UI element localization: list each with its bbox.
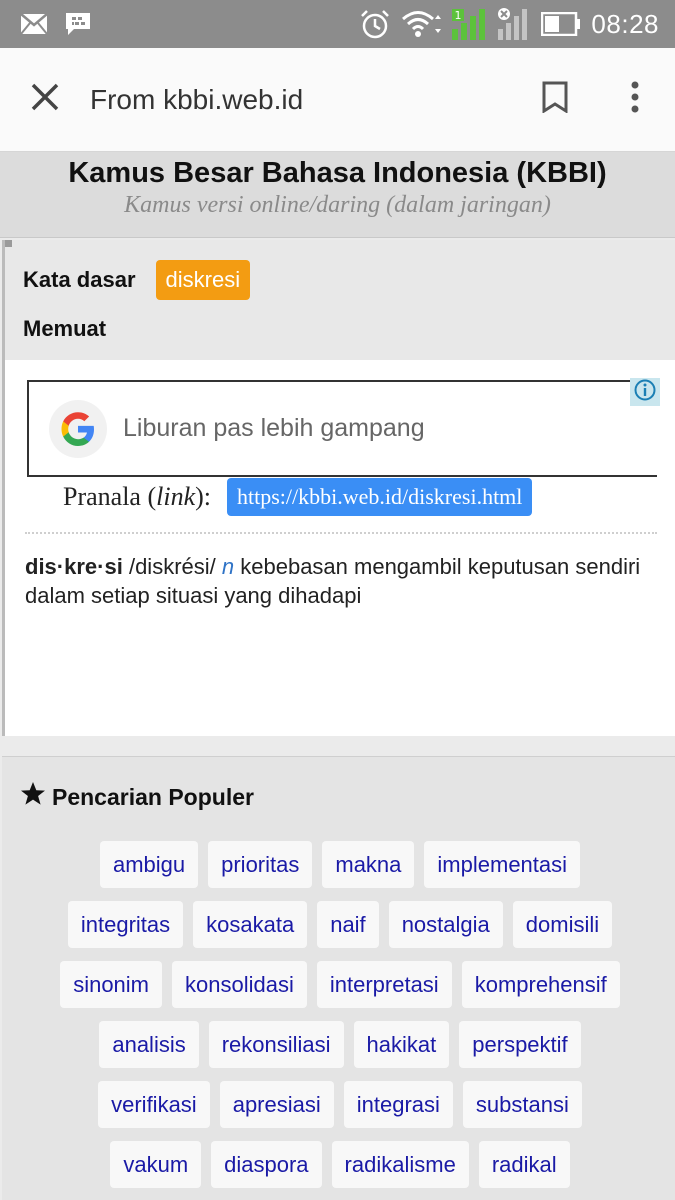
popular-tag[interactable]: substansi [462,1081,582,1128]
star-icon [20,781,46,813]
close-button[interactable] [0,48,90,152]
popular-tag[interactable]: domisili [512,901,613,948]
close-icon [31,83,59,116]
tag-row: vakum diaspora radikalisme radikal [20,1141,660,1188]
corner-marker [5,240,12,247]
tag-row: analisis rekonsiliasi hakikat perspektif [20,1021,660,1068]
popular-tag[interactable]: naif [317,901,379,948]
site-header: Kamus Besar Bahasa Indonesia (KBBI) Kamu… [0,152,675,238]
tag-row: verifikasi apresiasi integrasi substansi [20,1081,660,1128]
ad-text: Liburan pas lebih gampang [123,414,425,442]
popular-tag[interactable]: implementasi [424,841,581,888]
popular-tag[interactable]: analisis [99,1021,199,1068]
kata-dasar-row: Kata dasar diskresi [23,260,251,300]
status-bar: 1 08:28 [0,0,675,48]
page-origin-title: From kbbi.web.id [90,83,304,115]
ad-info-button[interactable] [630,378,660,406]
signal-icon: 1 [451,7,487,41]
site-title[interactable]: Kamus Besar Bahasa Indonesia (KBBI) [0,155,675,191]
popular-tag[interactable]: vakum [110,1141,202,1188]
popular-tag[interactable]: nostalgia [388,901,503,948]
overflow-menu-icon [630,81,640,118]
popular-tag[interactable]: integrasi [343,1081,453,1128]
popular-tag[interactable]: hakikat [353,1021,450,1068]
popular-tags: ambigu prioritas makna implementasi integrit… [20,841,660,1200]
battery-icon [541,12,581,36]
dotted-divider [25,532,657,534]
popular-tag[interactable]: radikal [478,1141,570,1188]
info-icon [634,379,656,406]
tag-row: ambigu prioritas makna implementasi [20,841,660,888]
popular-tag[interactable]: konsolidasi [172,961,307,1008]
pronunciation: /diskrési/ [128,554,216,579]
memuat-label: Memuat [23,316,107,341]
popular-tag[interactable]: integritas [67,901,184,948]
mail-icon [20,13,48,35]
popular-tag[interactable]: ambigu [99,841,199,888]
pranala-url[interactable]: https://kbbi.web.id/diskresi.html [227,478,533,516]
popular-tag[interactable]: rekonsiliasi [208,1021,344,1068]
wifi-icon [401,9,442,39]
bbm-icon [64,11,92,37]
kata-dasar-badge[interactable]: diskresi [155,260,251,300]
popular-tag[interactable]: komprehensif [461,961,620,1008]
part-of-speech[interactable]: n [222,554,234,579]
tag-row: sinonim konsolidasi interpretasi komprehens… [20,961,660,1008]
popular-tag[interactable]: makna [322,841,415,888]
clock: 08:28 [591,8,659,39]
popular-tag[interactable]: diaspora [211,1141,322,1188]
popular-tag[interactable]: perspektif [459,1021,581,1068]
overflow-menu-button[interactable] [595,48,675,152]
entry-panel-body: Liburan pas lebih gampang Pranala (link)… [2,360,675,736]
popular-tag[interactable]: kosakata [193,901,308,948]
popular-searches-title: Pencarian Populer [52,783,254,810]
bookmark-icon [542,81,568,118]
tag-row: integritas kosakata naif nostalgia domisili [20,901,660,948]
popular-tag[interactable]: verifikasi [98,1081,210,1128]
definition-text: dis·kre·si /diskrési/ n kebebasan mengam… [25,552,665,610]
popular-tag[interactable]: apresiasi [219,1081,334,1128]
entry-panel-header: Kata dasar diskresi Memuat [2,240,675,360]
custom-tab-toolbar: From kbbi.web.id [0,48,675,152]
google-logo-icon [49,399,107,458]
popular-tag[interactable]: radikalisme [331,1141,469,1188]
signal-no-service-icon [497,7,531,41]
site-subtitle: Kamus versi online/daring (dalam jaringa… [124,192,551,218]
popular-tag[interactable]: prioritas [208,841,313,888]
popular-searches-heading: Pencarian Populer [20,781,254,813]
popular-tag[interactable]: sinonim [60,961,163,1008]
popular-tag[interactable]: interpretasi [316,961,452,1008]
kata-dasar-label: Kata dasar [23,267,136,292]
svg-text:1: 1 [455,9,462,22]
pranala-row: Pranala (link): https://kbbi.web.id/disk… [63,478,533,516]
bookmark-button[interactable] [515,48,595,152]
headword: dis·kre·si [25,554,123,579]
google-ad-banner[interactable]: Liburan pas lebih gampang [27,380,657,477]
alarm-icon [359,8,391,40]
popular-searches-section: Pencarian Populer ambigu prioritas makna im… [2,756,675,1200]
pranala-label: Pranala (link): [63,482,212,511]
